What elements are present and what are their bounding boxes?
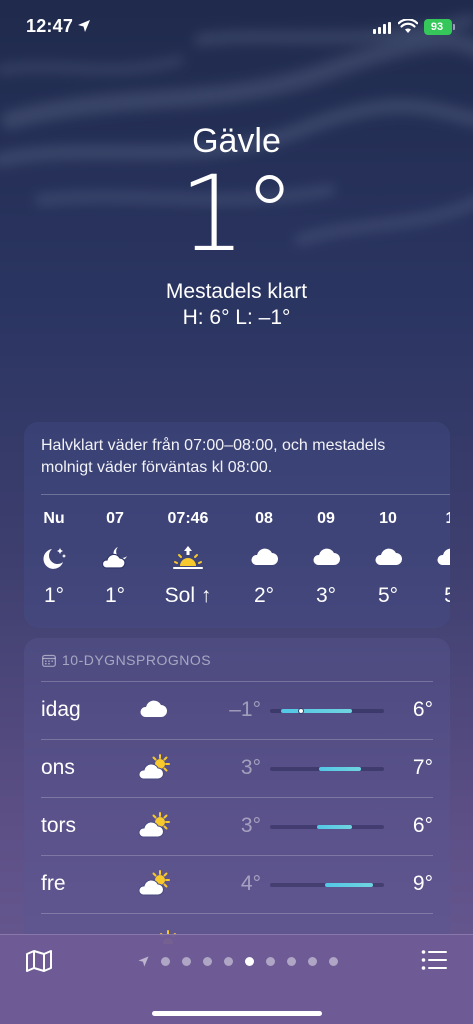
battery-level: 93 xyxy=(430,21,444,33)
hourly-summary: Halvklart väder från 07:00–08:00, och me… xyxy=(41,437,386,476)
hour-temp: 1° xyxy=(104,584,126,607)
daily-header: 10-DYGNSPROGNOS xyxy=(42,652,211,668)
hour-temp: 5 xyxy=(420,584,450,608)
hour-temp: 2° xyxy=(253,584,275,607)
partly-sunny-icon xyxy=(138,754,172,787)
hour-item: 1 5 xyxy=(420,510,450,608)
day-high-temp: 6° xyxy=(412,698,433,721)
day-row[interactable]: idag –1° 6° xyxy=(41,681,433,738)
bottom-toolbar xyxy=(0,934,473,1024)
day-row[interactable]: ons 3° 7° xyxy=(41,739,433,796)
hour-label: Nu xyxy=(43,510,65,527)
cloud-icon xyxy=(358,544,418,572)
cloud-icon xyxy=(234,544,294,572)
current-condition: Mestadels klart xyxy=(165,280,308,303)
location-arrow-icon xyxy=(78,20,90,32)
page-dot[interactable] xyxy=(287,957,296,966)
cloud-icon xyxy=(138,696,168,725)
hour-label: 10 xyxy=(379,510,397,527)
hour-item: 07:46 Sol ↑ xyxy=(158,510,218,608)
hour-label: 09 xyxy=(317,510,335,527)
day-high-temp: 6° xyxy=(412,814,433,837)
cloud-icon xyxy=(296,544,356,572)
daily-forecast-card[interactable]: 10-DYGNSPROGNOS idag –1° 6° ons 3° 7° to… xyxy=(24,638,450,978)
current-temp-marker xyxy=(297,708,304,714)
range-fill xyxy=(316,825,353,829)
temperature-range-bar xyxy=(270,708,384,714)
day-row[interactable]: fre 4° 9° xyxy=(41,855,433,912)
page-dot[interactable] xyxy=(266,957,275,966)
cellular-signal-icon xyxy=(373,22,391,34)
day-low-temp: 3° xyxy=(240,756,261,779)
wifi-icon xyxy=(398,19,418,33)
day-low-temp: 3° xyxy=(240,814,261,837)
range-fill xyxy=(281,709,353,713)
range-fill xyxy=(324,883,373,887)
map-icon[interactable] xyxy=(25,949,53,973)
day-high-temp: 9° xyxy=(412,872,433,895)
sunrise-icon xyxy=(158,544,218,572)
hour-label: 07:46 xyxy=(167,510,209,527)
hour-temp: Sol ↑ xyxy=(164,584,212,607)
page-indicator[interactable] xyxy=(138,956,338,967)
page-dot[interactable] xyxy=(161,957,170,966)
day-low-temp: 4° xyxy=(240,872,261,895)
location-arrow-icon xyxy=(138,956,149,967)
high-low-temperature: H: 6° L: –1° xyxy=(182,306,291,329)
status-bar: 12:47 93 xyxy=(0,0,473,56)
hour-item: Nu 1° xyxy=(24,510,84,608)
hour-item: 09 3° xyxy=(296,510,356,608)
hour-temp: 3° xyxy=(315,584,337,607)
current-temperature: 1° xyxy=(179,153,295,275)
day-row[interactable]: tors 3° 6° xyxy=(41,797,433,854)
battery-indicator: 93 xyxy=(424,19,455,35)
hour-label: 08 xyxy=(255,510,273,527)
hour-item: 10 5° xyxy=(358,510,418,608)
hour-label: 07 xyxy=(106,510,124,527)
status-time: 12:47 xyxy=(26,16,74,36)
day-low-temp: –1° xyxy=(229,698,261,721)
partly-sunny-icon xyxy=(138,870,172,903)
hour-label: 1 xyxy=(420,510,450,530)
calendar-icon xyxy=(42,654,56,667)
moon-stars-icon xyxy=(24,544,84,572)
list-icon[interactable] xyxy=(421,949,447,971)
home-indicator xyxy=(152,1011,322,1016)
hourly-forecast-card[interactable]: Halvklart väder från 07:00–08:00, och me… xyxy=(24,422,450,628)
page-dot[interactable] xyxy=(182,957,191,966)
daily-header-label: 10-DYGNSPROGNOS xyxy=(62,652,212,668)
cloud-icon xyxy=(420,544,450,572)
range-fill xyxy=(319,767,362,771)
temperature-range-bar xyxy=(270,767,384,771)
temperature-range-bar xyxy=(270,883,384,887)
page-dot[interactable] xyxy=(203,957,212,966)
page-dot-active[interactable] xyxy=(245,957,254,966)
day-name: ons xyxy=(41,756,75,779)
partly-sunny-icon xyxy=(138,812,172,845)
day-name: tors xyxy=(41,814,77,837)
day-name: idag xyxy=(41,698,81,721)
moon-cloud-icon xyxy=(85,544,145,572)
divider xyxy=(41,494,450,495)
page-dot[interactable] xyxy=(308,957,317,966)
temperature-range-bar xyxy=(270,825,384,829)
day-name: fre xyxy=(41,872,66,895)
hour-temp: 1° xyxy=(43,584,65,607)
hour-temp: 5° xyxy=(377,584,399,607)
page-dot[interactable] xyxy=(329,957,338,966)
hour-item: 07 1° xyxy=(85,510,145,608)
hour-item: 08 2° xyxy=(234,510,294,608)
day-high-temp: 7° xyxy=(412,756,433,779)
page-dot[interactable] xyxy=(224,957,233,966)
